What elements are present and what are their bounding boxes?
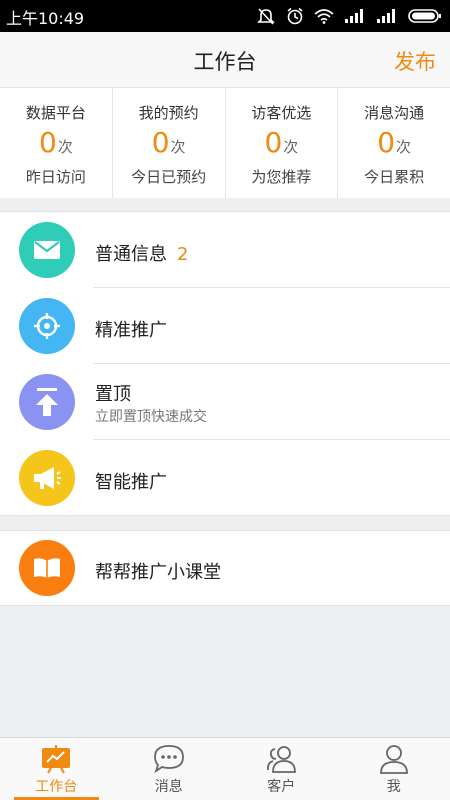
stat-number: 0 bbox=[151, 126, 170, 159]
tab-label: 客户 bbox=[267, 779, 296, 795]
stat-unit: 次 bbox=[396, 138, 412, 156]
stat-messages[interactable]: 消息沟通 0次 今日累积 bbox=[337, 88, 450, 198]
menu-item-label: 精准推广 bbox=[95, 320, 167, 341]
tab-workbench[interactable]: 工作台 bbox=[0, 738, 113, 800]
megaphone-icon bbox=[19, 450, 75, 506]
menu-item-label: 置顶 bbox=[95, 384, 131, 405]
menu-item-smart-promo[interactable]: 智能推广 bbox=[0, 440, 450, 516]
stat-label: 数据平台 bbox=[25, 104, 86, 122]
stat-visitor-picks[interactable]: 访客优选 0次 为您推荐 bbox=[224, 88, 338, 198]
wifi-icon bbox=[314, 9, 334, 24]
mute-icon bbox=[257, 8, 275, 25]
alarm-icon bbox=[287, 7, 303, 25]
stat-count: 0次 bbox=[0, 126, 112, 160]
stat-unit: 次 bbox=[283, 138, 299, 156]
signal-icon-2 bbox=[377, 9, 395, 23]
stat-label: 访客优选 bbox=[251, 104, 312, 122]
stat-subtitle: 今日累积 bbox=[364, 168, 425, 186]
menu-item-precise-promo[interactable]: 精准推广 bbox=[0, 288, 450, 364]
menu-item-description: 立即置顶快速成交 bbox=[95, 409, 207, 425]
stat-unit: 次 bbox=[57, 138, 73, 156]
tab-me[interactable]: 我 bbox=[338, 738, 450, 800]
status-bar: 上午10:49 bbox=[0, 0, 450, 32]
stat-unit: 次 bbox=[170, 138, 186, 156]
workbench-icon bbox=[0, 744, 113, 774]
tab-messages[interactable]: 消息 bbox=[113, 738, 226, 800]
profile-icon bbox=[338, 744, 450, 774]
stat-count: 0次 bbox=[338, 126, 450, 160]
feature-menu: 普通信息 2 精准推广 置顶 立即置顶快速成交 智能推广 bbox=[0, 211, 450, 516]
tab-label: 工作台 bbox=[35, 779, 78, 795]
stat-data-platform[interactable]: 数据平台 0次 昨日访问 bbox=[0, 88, 112, 198]
stat-number: 0 bbox=[38, 126, 57, 159]
stat-subtitle: 今日已预约 bbox=[131, 168, 207, 186]
publish-button[interactable]: 发布 bbox=[394, 46, 436, 76]
stat-subtitle: 昨日访问 bbox=[25, 168, 86, 186]
menu-item-label: 智能推广 bbox=[95, 472, 167, 493]
customers-icon bbox=[225, 744, 338, 774]
stat-number: 0 bbox=[264, 126, 283, 159]
stat-count: 0次 bbox=[113, 126, 225, 160]
chat-icon bbox=[113, 744, 226, 774]
stats-row: 数据平台 0次 昨日访问 我的预约 0次 今日已预约 访客优选 0次 为您推荐 … bbox=[0, 88, 450, 198]
menu-item-pin-top[interactable]: 置顶 立即置顶快速成交 bbox=[0, 364, 450, 440]
page-title: 工作台 bbox=[193, 50, 257, 74]
book-icon bbox=[19, 540, 75, 596]
header: 工作台 发布 bbox=[0, 32, 450, 88]
promo-course-item[interactable]: 帮帮推广小课堂 bbox=[0, 530, 450, 606]
status-icons bbox=[256, 6, 442, 26]
tab-label: 我 bbox=[386, 779, 401, 795]
course-label: 帮帮推广小课堂 bbox=[95, 562, 221, 583]
stat-label: 消息沟通 bbox=[364, 104, 425, 122]
target-icon bbox=[19, 298, 75, 354]
signal-icon bbox=[345, 9, 363, 23]
stat-count: 0次 bbox=[226, 126, 338, 160]
tab-label: 消息 bbox=[154, 779, 183, 795]
stat-my-appointments[interactable]: 我的预约 0次 今日已预约 bbox=[111, 88, 225, 198]
menu-item-general-info[interactable]: 普通信息 2 bbox=[0, 212, 450, 288]
status-time: 上午10:49 bbox=[6, 9, 85, 28]
stat-number: 0 bbox=[377, 126, 396, 159]
arrow-up-icon bbox=[19, 374, 75, 430]
bottom-tab-bar: 工作台 消息 客户 我 bbox=[0, 737, 450, 800]
stat-subtitle: 为您推荐 bbox=[251, 168, 312, 186]
mail-icon bbox=[19, 222, 75, 278]
unread-badge: 2 bbox=[177, 244, 189, 265]
battery-icon bbox=[408, 9, 441, 23]
menu-item-label: 普通信息 2 bbox=[95, 244, 189, 265]
stat-label: 我的预约 bbox=[138, 104, 199, 122]
tab-customers[interactable]: 客户 bbox=[225, 738, 338, 800]
